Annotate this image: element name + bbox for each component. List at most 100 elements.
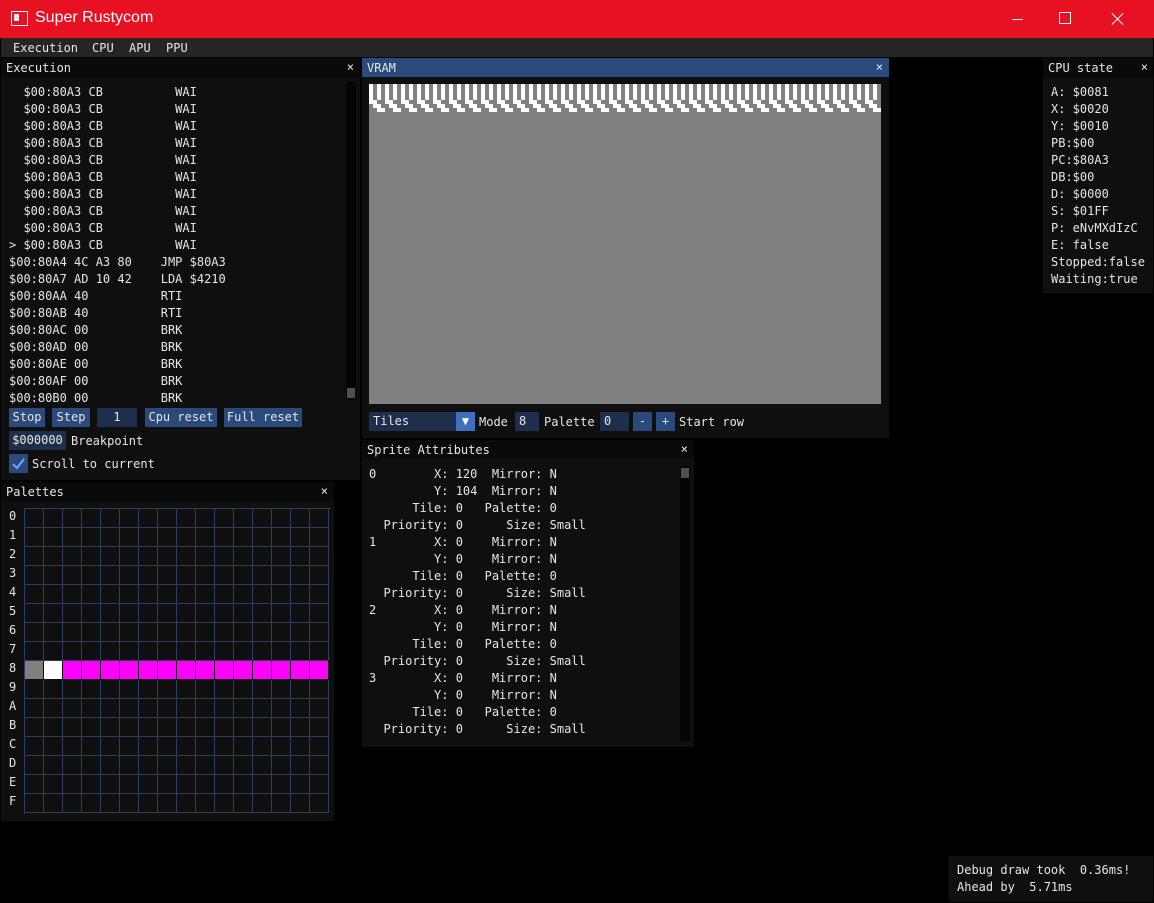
palette-cell[interactable] [101, 642, 120, 661]
palette-cell[interactable] [234, 661, 253, 680]
palette-cell[interactable] [139, 528, 158, 547]
palette-cell[interactable] [25, 528, 44, 547]
palette-cell[interactable] [234, 775, 253, 794]
palette-cell[interactable] [44, 604, 63, 623]
palette-cell[interactable] [63, 642, 82, 661]
palette-cell[interactable] [196, 642, 215, 661]
palette-cell[interactable] [101, 718, 120, 737]
palette-cell[interactable] [272, 642, 291, 661]
palette-cell[interactable] [25, 604, 44, 623]
palette-cell[interactable] [25, 794, 44, 813]
palette-cell[interactable] [310, 661, 329, 680]
dropdown-arrow-icon[interactable]: ▼ [456, 412, 475, 431]
palette-cell[interactable] [82, 775, 101, 794]
step-button[interactable]: Step [52, 408, 90, 427]
palette-cell[interactable] [139, 756, 158, 775]
palette-cell[interactable] [291, 528, 310, 547]
palette-cell[interactable] [272, 604, 291, 623]
palette-cell[interactable] [44, 547, 63, 566]
cpu-state-header[interactable]: CPU state × [1043, 58, 1153, 77]
palette-cell[interactable] [44, 528, 63, 547]
palette-cell[interactable] [44, 699, 63, 718]
palette-cell[interactable] [158, 699, 177, 718]
palette-cell[interactable] [253, 699, 272, 718]
palette-cell[interactable] [196, 737, 215, 756]
palette-cell[interactable] [196, 794, 215, 813]
palette-cell[interactable] [272, 680, 291, 699]
palette-cell[interactable] [82, 661, 101, 680]
palette-cell[interactable] [272, 509, 291, 528]
palette-cell[interactable] [120, 699, 139, 718]
palette-cell[interactable] [253, 528, 272, 547]
palette-cell[interactable] [82, 604, 101, 623]
menu-ppu[interactable]: PPU [166, 41, 188, 55]
palette-cell[interactable] [101, 509, 120, 528]
palette-cell[interactable] [215, 756, 234, 775]
palette-cell[interactable] [177, 756, 196, 775]
palette-cell[interactable] [158, 680, 177, 699]
palette-cell[interactable] [310, 604, 329, 623]
palette-cell[interactable] [234, 680, 253, 699]
palette-cell[interactable] [82, 528, 101, 547]
palette-cell[interactable] [215, 737, 234, 756]
palette-cell[interactable] [63, 661, 82, 680]
palette-cell[interactable] [101, 528, 120, 547]
palette-cell[interactable] [158, 585, 177, 604]
palette-cell[interactable] [158, 547, 177, 566]
palette-cell[interactable] [177, 509, 196, 528]
palette-cell[interactable] [101, 661, 120, 680]
palette-cell[interactable] [63, 718, 82, 737]
palette-cell[interactable] [310, 756, 329, 775]
palette-cell[interactable] [272, 585, 291, 604]
vram-close-icon[interactable]: × [876, 60, 883, 74]
palette-cell[interactable] [291, 509, 310, 528]
palette-cell[interactable] [310, 509, 329, 528]
palette-cell[interactable] [44, 794, 63, 813]
palette-cell[interactable] [291, 699, 310, 718]
palette-cell[interactable] [63, 699, 82, 718]
palette-cell[interactable] [44, 585, 63, 604]
palette-cell[interactable] [82, 547, 101, 566]
palette-cell[interactable] [253, 737, 272, 756]
palette-cell[interactable] [82, 566, 101, 585]
palette-cell[interactable] [120, 509, 139, 528]
palette-cell[interactable] [139, 737, 158, 756]
palette-cell[interactable] [139, 699, 158, 718]
palette-cell[interactable] [291, 642, 310, 661]
palette-cell[interactable] [215, 642, 234, 661]
palette-cell[interactable] [158, 756, 177, 775]
palette-cell[interactable] [158, 794, 177, 813]
palette-cell[interactable] [215, 566, 234, 585]
palette-cell[interactable] [82, 794, 101, 813]
palette-cell[interactable] [101, 585, 120, 604]
palette-cell[interactable] [234, 642, 253, 661]
palette-decrement-button[interactable]: - [633, 412, 652, 431]
palette-cell[interactable] [177, 623, 196, 642]
palettes-close-icon[interactable]: × [321, 484, 328, 498]
palette-cell[interactable] [310, 547, 329, 566]
palette-cell[interactable] [291, 718, 310, 737]
palette-cell[interactable] [196, 680, 215, 699]
palette-cell[interactable] [234, 794, 253, 813]
palette-cell[interactable] [215, 623, 234, 642]
palette-cell[interactable] [25, 509, 44, 528]
palette-cell[interactable] [101, 737, 120, 756]
execution-header[interactable]: Execution × [1, 58, 360, 77]
palette-cell[interactable] [63, 623, 82, 642]
palette-cell[interactable] [310, 775, 329, 794]
palette-cell[interactable] [120, 528, 139, 547]
palette-cell[interactable] [177, 661, 196, 680]
palette-cell[interactable] [158, 604, 177, 623]
palette-cell[interactable] [310, 680, 329, 699]
palette-cell[interactable] [177, 528, 196, 547]
palette-cell[interactable] [291, 661, 310, 680]
palette-cell[interactable] [158, 509, 177, 528]
palette-cell[interactable] [196, 661, 215, 680]
palette-cell[interactable] [234, 718, 253, 737]
palette-cell[interactable] [215, 585, 234, 604]
palette-cell[interactable] [272, 566, 291, 585]
palette-cell[interactable] [44, 623, 63, 642]
palette-cell[interactable] [291, 756, 310, 775]
menu-execution[interactable]: Execution [13, 41, 78, 55]
stop-button[interactable]: Stop [9, 408, 45, 427]
